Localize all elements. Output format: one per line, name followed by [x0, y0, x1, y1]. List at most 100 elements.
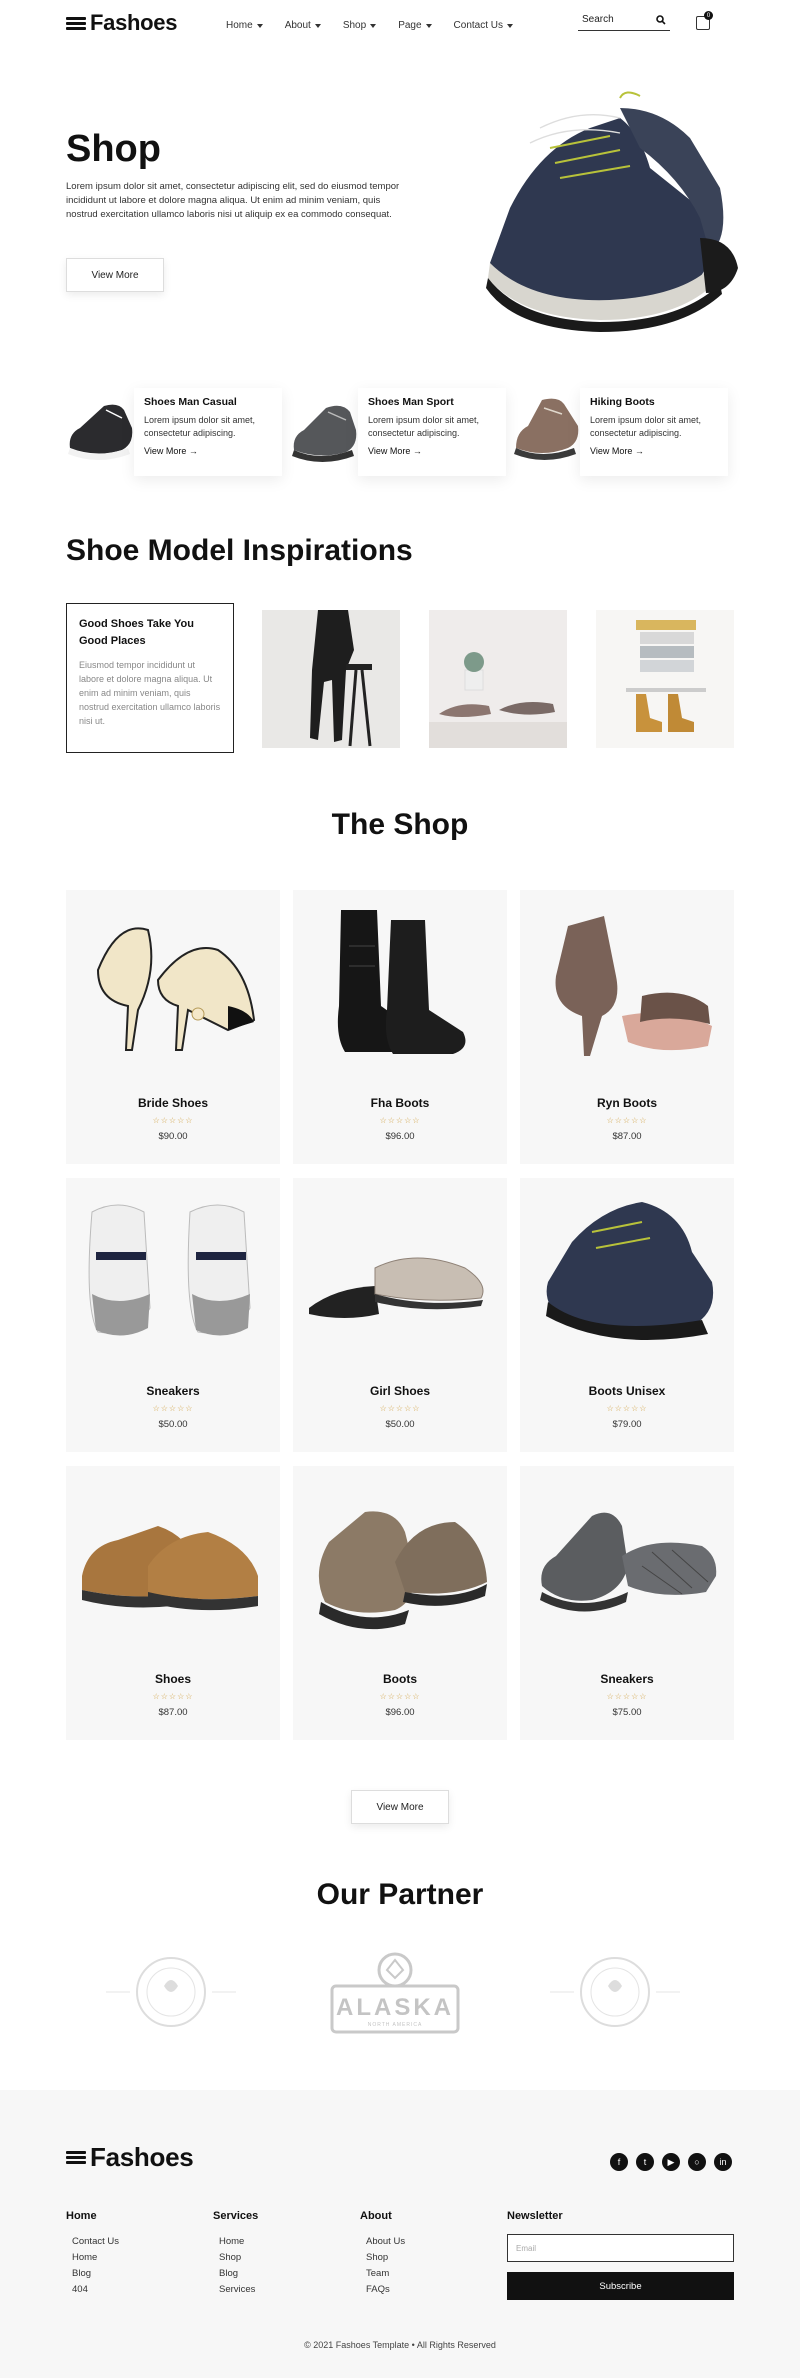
product-name: Fha Boots	[370, 1096, 430, 1110]
product-card[interactable]: Bride Shoes ☆☆☆☆☆ $90.00	[66, 890, 280, 1164]
product-name: Sneakers	[600, 1672, 654, 1686]
youtube-icon[interactable]: ▶	[662, 2153, 680, 2171]
inspiration-card-title: Good Shoes Take You Good Places	[79, 618, 194, 647]
product-name: Shoes	[154, 1672, 191, 1686]
search-input[interactable]: Search	[578, 9, 670, 31]
footer-link[interactable]: Contact Us	[72, 2234, 119, 2250]
category-desc: Lorem ipsum dolor sit amet, consectetur …	[590, 415, 702, 438]
search-icon[interactable]	[656, 14, 666, 25]
category-desc: Lorem ipsum dolor sit amet, consectetur …	[144, 415, 256, 438]
footer-col-home: Home Contact Us Home Blog 404	[66, 2210, 119, 2298]
chevron-down-icon	[425, 23, 432, 28]
instagram-icon[interactable]: ○	[688, 2153, 706, 2171]
footer-link[interactable]: FAQs	[366, 2282, 405, 2298]
linkedin-icon[interactable]: in	[714, 2153, 732, 2171]
footer-link[interactable]: Services	[219, 2282, 258, 2298]
category-item[interactable]: Shoes Man Sport Lorem ipsum dolor sit am…	[290, 388, 506, 476]
main-nav: Home About Shop Page Contact Us	[226, 20, 514, 31]
category-title: Shoes Man Casual	[144, 396, 237, 408]
product-card[interactable]: Shoes ☆☆☆☆☆ $87.00	[66, 1466, 280, 1740]
nav-item-about[interactable]: About	[285, 20, 321, 31]
shoes-image	[82, 1526, 258, 1611]
product-card[interactable]: Sneakers ☆☆☆☆☆ $50.00	[66, 1178, 280, 1452]
product-card[interactable]: Boots Unisex ☆☆☆☆☆ $79.00	[520, 1178, 734, 1452]
fha-boots-image	[337, 910, 466, 1054]
category-view-more-link[interactable]: View More →	[144, 446, 272, 456]
rating-stars-icon: ☆☆☆☆☆	[379, 1404, 421, 1413]
footer-link[interactable]: Team	[366, 2266, 405, 2282]
category-item[interactable]: Shoes Man Casual Lorem ipsum dolor sit a…	[66, 388, 282, 476]
hero-view-more-button[interactable]: View More	[66, 258, 164, 292]
inspiration-card-text: Eiusmod tempor incididunt ut labore et d…	[79, 660, 221, 726]
bride-shoes-image	[96, 927, 256, 1051]
logo-mark-icon	[66, 16, 86, 30]
nav-item-shop[interactable]: Shop	[343, 20, 377, 31]
product-card[interactable]: Girl Shoes ☆☆☆☆☆ $50.00	[293, 1178, 507, 1452]
product-price: $50.00	[158, 1419, 188, 1430]
newsletter-title: Newsletter	[507, 2210, 563, 2222]
rating-stars-icon: ☆☆☆☆☆	[606, 1116, 648, 1125]
nav-item-contact-us[interactable]: Contact Us	[454, 20, 514, 31]
cart-button[interactable]: 0	[696, 11, 713, 30]
facebook-icon[interactable]: f	[610, 2153, 628, 2171]
product-price: $96.00	[385, 1131, 415, 1142]
footer-link[interactable]: Home	[72, 2250, 119, 2266]
footer-link[interactable]: Shop	[219, 2250, 258, 2266]
category-card: Shoes Man Casual Lorem ipsum dolor sit a…	[134, 388, 282, 476]
rating-stars-icon: ☆☆☆☆☆	[152, 1116, 194, 1125]
grey-sneakers-image	[540, 1512, 717, 1612]
chevron-down-icon	[507, 23, 514, 28]
category-view-more-link[interactable]: View More →	[368, 446, 496, 456]
footer-brand-name: Fashoes	[90, 2142, 194, 2172]
nav-item-home[interactable]: Home	[226, 20, 263, 31]
shop-heading: The Shop	[331, 808, 469, 841]
footer-link[interactable]: Home	[219, 2234, 258, 2250]
category-title: Hiking Boots	[590, 396, 655, 408]
inspirations-heading: Shoe Model Inspirations	[66, 534, 413, 567]
footer-col-title: About	[360, 2210, 392, 2222]
sneakers-image	[88, 1204, 251, 1336]
product-name: Girl Shoes	[369, 1384, 431, 1398]
hero-text: Lorem ipsum dolor sit amet, consectetur …	[66, 181, 400, 220]
product-card[interactable]: Fha Boots ☆☆☆☆☆ $96.00	[293, 890, 507, 1164]
category-view-more-link[interactable]: View More →	[590, 446, 718, 456]
nav-item-page[interactable]: Page	[398, 20, 432, 31]
twitter-icon[interactable]: t	[636, 2153, 654, 2171]
copyright-text: © 2021 Fashoes Template • All Rights Res…	[304, 2340, 496, 2350]
product-price: $87.00	[158, 1707, 188, 1718]
footer-link[interactable]: Blog	[72, 2266, 119, 2282]
rating-stars-icon: ☆☆☆☆☆	[152, 1692, 194, 1701]
product-card[interactable]: Ryn Boots ☆☆☆☆☆ $87.00	[520, 890, 734, 1164]
woman-on-stool-image	[262, 610, 400, 748]
search-placeholder: Search	[582, 14, 614, 25]
ryn-boots-image	[555, 916, 712, 1056]
product-name: Ryn Boots	[597, 1096, 657, 1110]
footer-link[interactable]: Blog	[219, 2266, 258, 2282]
site-logo[interactable]: Fashoes	[66, 10, 177, 36]
chevron-down-icon	[314, 23, 321, 28]
partner-logo-badge-icon	[550, 1957, 680, 2027]
footer-link[interactable]: 404	[72, 2282, 119, 2298]
subscribe-button[interactable]: Subscribe	[507, 2272, 734, 2300]
product-card[interactable]: Sneakers ☆☆☆☆☆ $75.00	[520, 1466, 734, 1740]
footer-col-title: Home	[66, 2210, 97, 2222]
girl-shoes-image	[309, 1257, 484, 1318]
footer-link[interactable]: About Us	[366, 2234, 405, 2250]
product-price: $50.00	[385, 1419, 415, 1430]
footer-newsletter: Newsletter Email Subscribe	[507, 2210, 734, 2300]
newsletter-email-field[interactable]: Email	[507, 2234, 734, 2262]
category-card: Shoes Man Sport Lorem ipsum dolor sit am…	[358, 388, 506, 476]
hero-title: Shop	[66, 128, 161, 170]
footer-logo[interactable]: Fashoes	[66, 2142, 194, 2173]
product-price: $90.00	[158, 1131, 188, 1142]
shoes-with-plant-image	[429, 610, 567, 748]
product-card[interactable]: Boots ☆☆☆☆☆ $96.00	[293, 1466, 507, 1740]
inspiration-photo	[596, 610, 734, 748]
category-item[interactable]: Hiking Boots Lorem ipsum dolor sit amet,…	[512, 388, 728, 476]
shop-view-more-button[interactable]: View More	[351, 1790, 449, 1824]
hiking-boot-image	[514, 398, 579, 460]
partner-logo-badge-icon	[106, 1957, 236, 2027]
product-price: $79.00	[612, 1419, 642, 1430]
footer-link[interactable]: Shop	[366, 2250, 405, 2266]
product-name: Boots Unisex	[588, 1384, 666, 1398]
